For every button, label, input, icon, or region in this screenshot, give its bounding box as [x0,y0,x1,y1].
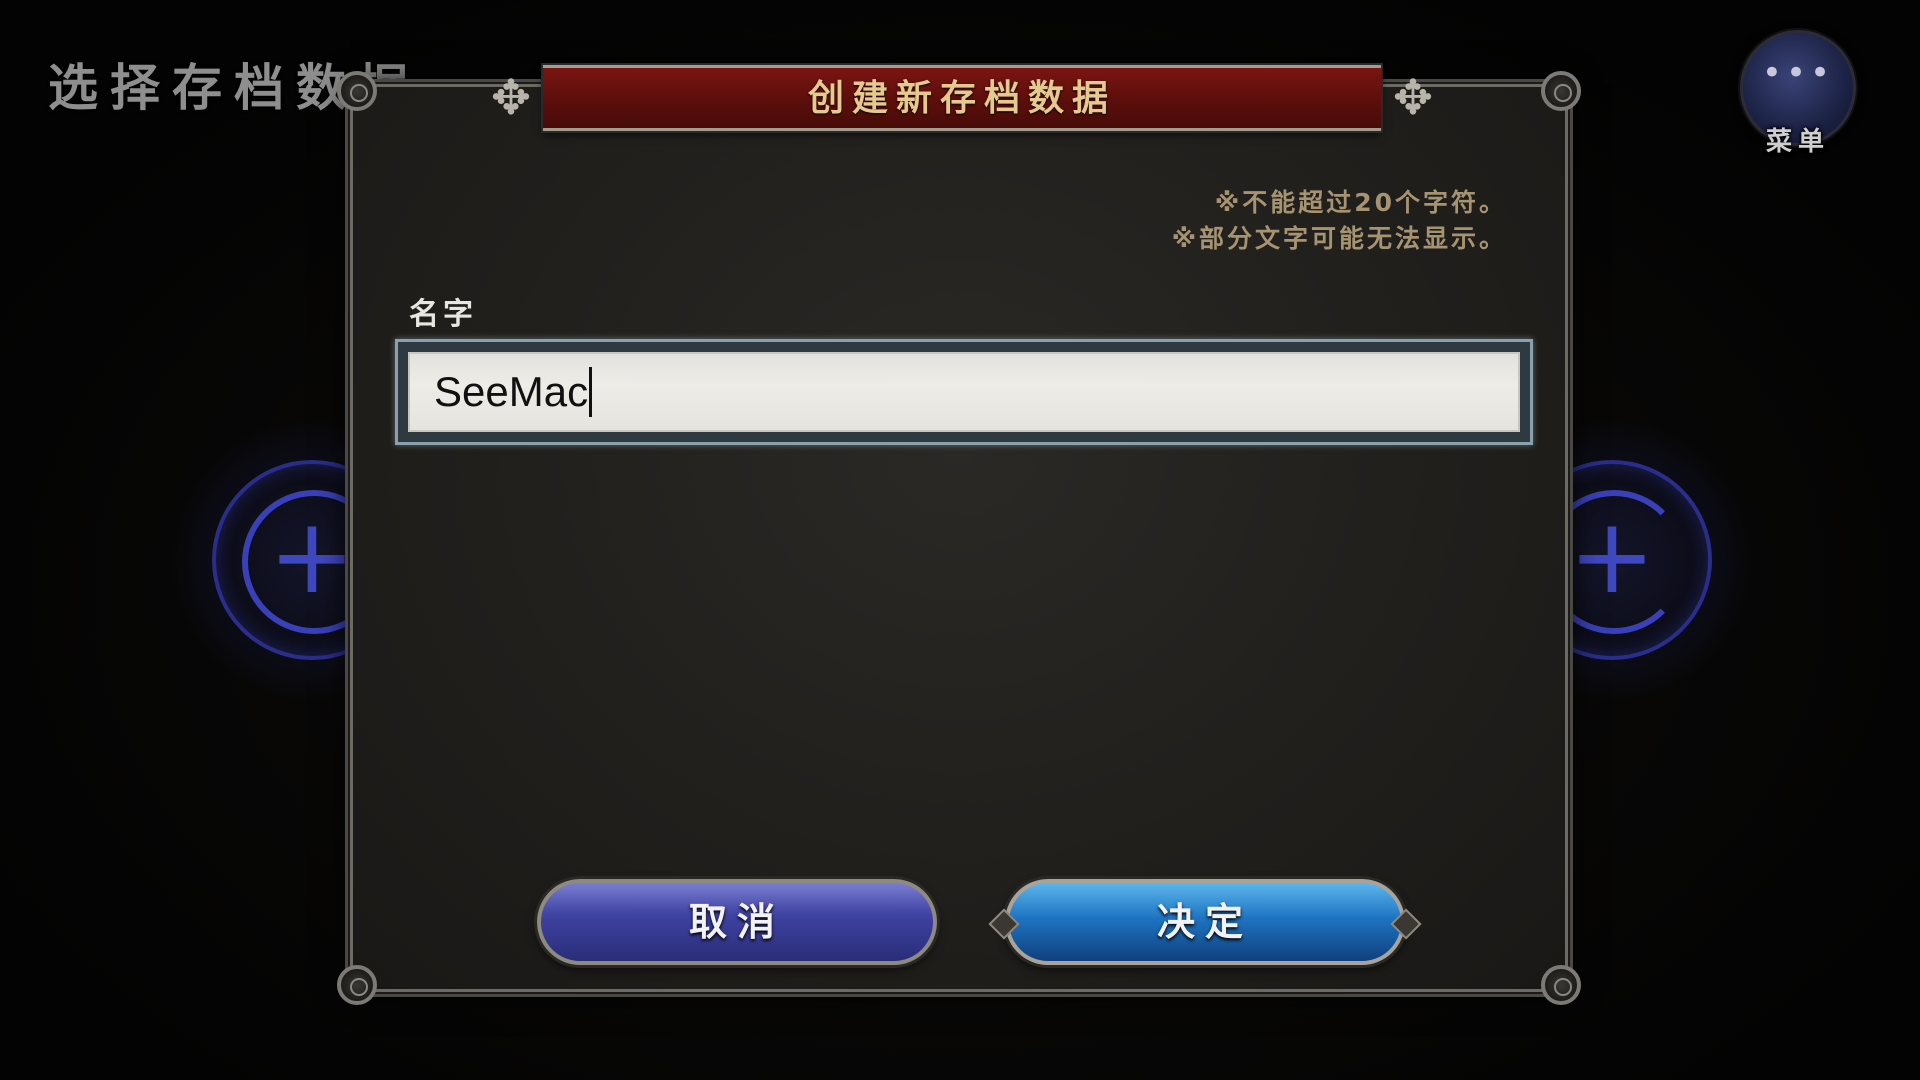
button-gem-icon [1390,908,1422,940]
note-char-limit: ※不能超过20个字符。 [1214,188,1507,217]
cancel-button[interactable]: 取消 [537,879,937,965]
menu-label: 菜单 [1765,127,1830,157]
note-display-warning: ※部分文字可能无法显示。 [1171,224,1507,253]
confirm-button-label: 决定 [1156,899,1253,944]
menu-button[interactable]: ••• 菜单 [1740,30,1856,157]
corner-ornament-icon [337,71,377,111]
dialog-title: 创建新存档数据 [807,77,1116,119]
name-field-label: 名字 [409,297,477,332]
more-dots-icon: ••• [1761,53,1835,93]
confirm-button[interactable]: 决定 [988,879,1422,965]
create-save-screen: 选择存档数据 + + ••• 菜单 ✥ 创建新存档数据 ✥ ※不能超过20个字符… [0,0,1920,1080]
banner-ornament-icon: ✥ [1392,70,1434,126]
input-notes: ※不能超过20个字符。 ※部分文字可能无法显示。 [1172,185,1507,257]
corner-ornament-icon [337,965,377,1005]
create-save-dialog: ✥ 创建新存档数据 ✥ ※不能超过20个字符。 ※部分文字可能无法显示。 名字 … [337,65,1581,1005]
corner-ornament-icon [1541,965,1581,1005]
corner-ornament-icon [1541,71,1581,111]
name-input-value: SeeMac [434,368,589,415]
name-input[interactable]: SeeMac [408,352,1520,432]
text-caret [589,367,593,417]
name-field-frame: SeeMac [395,339,1533,445]
button-gem-icon [988,908,1020,940]
banner-ornament-icon: ✥ [490,70,532,126]
dialog-title-banner: ✥ 创建新存档数据 ✥ [491,65,1433,131]
